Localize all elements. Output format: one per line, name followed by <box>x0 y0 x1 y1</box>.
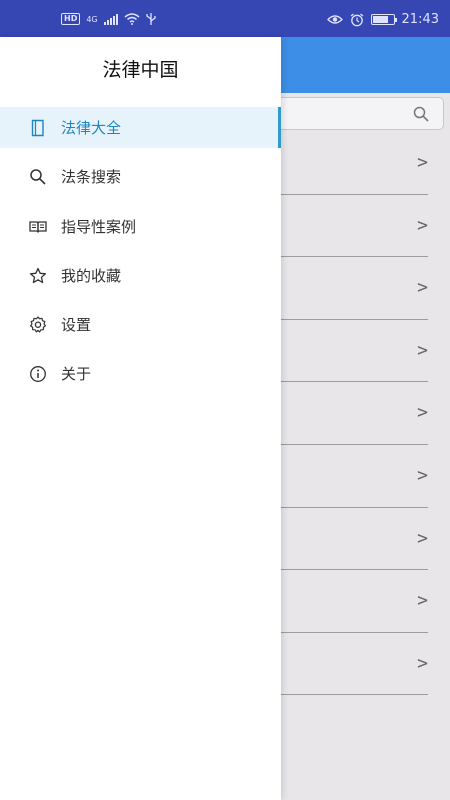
battery-icon <box>370 14 397 25</box>
chevron-right-icon: > <box>417 339 428 361</box>
status-left: HD 4G <box>61 13 156 25</box>
battery-level <box>372 16 388 23</box>
clock: 21:43 <box>401 12 439 27</box>
chevron-right-icon: > <box>417 527 428 549</box>
usb-icon <box>145 13 156 25</box>
wifi-icon <box>124 13 140 25</box>
menu-label: 法条搜索 <box>61 168 122 187</box>
chevron-right-icon: > <box>417 464 428 486</box>
search-icon[interactable] <box>413 106 429 122</box>
menu-label: 法律大全 <box>61 119 122 137</box>
chevron-right-icon: > <box>417 277 428 299</box>
chevron-right-icon: > <box>417 590 428 612</box>
status-bar: HD 4G 21:43 <box>0 0 450 37</box>
menu-item-settings[interactable]: 设置 <box>0 304 281 345</box>
chevron-right-icon: > <box>417 652 428 674</box>
search-icon <box>30 169 46 185</box>
drawer-menu: 法律大全 法条搜索 指导性案例 我的收藏 设置 关于 <box>0 107 281 403</box>
menu-item-article-search[interactable]: 法条搜索 <box>0 156 281 197</box>
hd-badge: HD <box>61 13 81 25</box>
menu-label: 指导性案例 <box>61 217 137 236</box>
menu-item-law-collection[interactable]: 法律大全 <box>0 107 281 148</box>
star-icon <box>29 267 47 284</box>
signal-icon <box>103 13 118 25</box>
open-book-icon <box>29 220 47 233</box>
info-icon <box>30 366 46 383</box>
menu-label: 设置 <box>61 316 92 335</box>
chevron-right-icon: > <box>417 152 428 173</box>
chevron-right-icon: > <box>417 214 428 236</box>
menu-item-about[interactable]: 关于 <box>0 353 281 394</box>
menu-item-guiding-cases[interactable]: 指导性案例 <box>0 206 281 247</box>
menu-item-favorites[interactable]: 我的收藏 <box>0 255 281 296</box>
gear-icon <box>30 316 46 333</box>
book-icon <box>31 119 44 137</box>
chevron-right-icon: > <box>417 402 428 424</box>
alarm-icon <box>350 12 363 26</box>
drawer-title: 法律中国 <box>102 59 179 81</box>
navigation-drawer: 法律中国 法律大全 法条搜索 指导性案例 我的收藏 设置 关于 <box>0 37 281 800</box>
network-type: 4G <box>86 14 98 24</box>
menu-label: 关于 <box>61 365 92 384</box>
eye-icon <box>326 15 343 24</box>
menu-label: 我的收藏 <box>61 266 122 285</box>
status-right: 21:43 <box>326 12 439 27</box>
